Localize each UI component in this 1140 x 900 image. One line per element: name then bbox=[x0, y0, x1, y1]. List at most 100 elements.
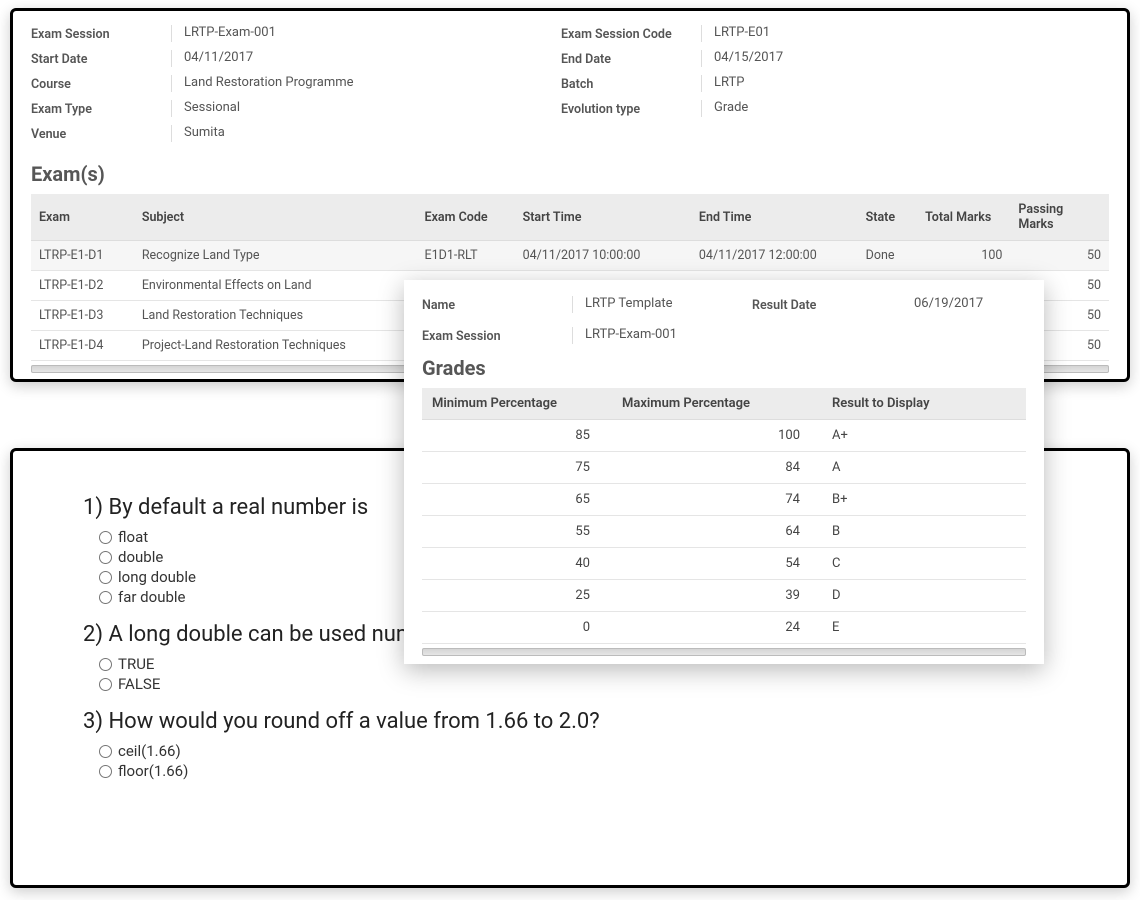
cell-result: C bbox=[822, 548, 1026, 580]
session-fields: Exam Session LRTP-Exam-001 Exam Session … bbox=[31, 25, 1109, 142]
label-batch: Batch bbox=[561, 75, 701, 92]
radio-input[interactable] bbox=[99, 678, 112, 691]
label-exam-session-code: Exam Session Code bbox=[561, 25, 701, 42]
cell-exam: LTRP-E1-D1 bbox=[31, 241, 134, 271]
cell-max: 39 bbox=[612, 580, 822, 612]
label-name: Name bbox=[422, 296, 572, 313]
cell-max: 74 bbox=[612, 484, 822, 516]
radio-input[interactable] bbox=[99, 658, 112, 671]
label-venue: Venue bbox=[31, 125, 171, 142]
cell-exam_code: E1D1-RLT bbox=[417, 241, 515, 271]
value-batch: LRTP bbox=[701, 75, 1001, 92]
label-end-date: End Date bbox=[561, 50, 701, 67]
cell-min: 40 bbox=[422, 548, 612, 580]
col-result: Result to Display bbox=[822, 388, 1026, 420]
grades-header-fields: Name LRTP Template Result Date 06/19/201… bbox=[422, 296, 1026, 344]
col-exam-code: Exam Code bbox=[417, 194, 515, 241]
cell-result: B+ bbox=[822, 484, 1026, 516]
cell-end_time: 04/11/2017 12:00:00 bbox=[691, 241, 858, 271]
cell-result: A+ bbox=[822, 420, 1026, 452]
cell-exam: LTRP-E1-D2 bbox=[31, 271, 134, 301]
cell-exam: LTRP-E1-D3 bbox=[31, 301, 134, 331]
value-end-date: 04/15/2017 bbox=[701, 50, 1001, 67]
cell-subject: Project-Land Restoration Techniques bbox=[134, 331, 417, 361]
option-label: float bbox=[118, 528, 148, 546]
cell-result: B bbox=[822, 516, 1026, 548]
cell-result: D bbox=[822, 580, 1026, 612]
table-row[interactable]: 6574B+ bbox=[422, 484, 1026, 516]
value-venue: Sumita bbox=[171, 125, 561, 142]
value-exam-session: LRTP-Exam-001 bbox=[171, 25, 561, 42]
radio-input[interactable] bbox=[99, 591, 112, 604]
value-start-date: 04/11/2017 bbox=[171, 50, 561, 67]
value-exam-type: Sessional bbox=[171, 100, 561, 117]
label-exam-session-g: Exam Session bbox=[422, 327, 572, 344]
option-label: ceil(1.66) bbox=[118, 742, 181, 760]
value-name: LRTP Template bbox=[572, 296, 752, 313]
value-course: Land Restoration Programme bbox=[171, 75, 561, 92]
col-start-time: Start Time bbox=[515, 194, 691, 241]
option-label: long double bbox=[118, 568, 196, 586]
radio-input[interactable] bbox=[99, 571, 112, 584]
label-evolution-type: Evolution type bbox=[561, 100, 701, 117]
cell-min: 75 bbox=[422, 452, 612, 484]
col-state: State bbox=[858, 194, 917, 241]
exams-title: Exam(s) bbox=[31, 162, 1109, 186]
cell-min: 85 bbox=[422, 420, 612, 452]
cell-min: 65 bbox=[422, 484, 612, 516]
cell-max: 84 bbox=[612, 452, 822, 484]
table-row[interactable]: 024E bbox=[422, 612, 1026, 644]
cell-start_time: 04/11/2017 10:00:00 bbox=[515, 241, 691, 271]
label-exam-session: Exam Session bbox=[31, 25, 171, 42]
quiz-option[interactable]: ceil(1.66) bbox=[99, 742, 1067, 760]
cell-min: 55 bbox=[422, 516, 612, 548]
label-course: Course bbox=[31, 75, 171, 92]
cell-state: Done bbox=[858, 241, 917, 271]
value-exam-session-code: LRTP-E01 bbox=[701, 25, 1001, 42]
cell-result: E bbox=[822, 612, 1026, 644]
col-subject: Subject bbox=[134, 194, 417, 241]
cell-min: 0 bbox=[422, 612, 612, 644]
value-evolution-type: Grade bbox=[701, 100, 1001, 117]
cell-subject: Recognize Land Type bbox=[134, 241, 417, 271]
label-start-date: Start Date bbox=[31, 50, 171, 67]
cell-subject: Land Restoration Techniques bbox=[134, 301, 417, 331]
quiz-option[interactable]: floor(1.66) bbox=[99, 762, 1067, 780]
col-passing-marks: Passing Marks bbox=[1010, 194, 1109, 241]
cell-passing_marks: 50 bbox=[1010, 241, 1109, 271]
table-row[interactable]: 2539D bbox=[422, 580, 1026, 612]
quiz-option[interactable]: FALSE bbox=[99, 675, 1067, 693]
cell-max: 54 bbox=[612, 548, 822, 580]
col-exam: Exam bbox=[31, 194, 134, 241]
table-row[interactable]: LTRP-E1-D1Recognize Land TypeE1D1-RLT04/… bbox=[31, 241, 1109, 271]
grades-scrollbar[interactable] bbox=[422, 648, 1026, 656]
radio-input[interactable] bbox=[99, 765, 112, 778]
cell-min: 25 bbox=[422, 580, 612, 612]
radio-input[interactable] bbox=[99, 531, 112, 544]
col-total-marks: Total Marks bbox=[917, 194, 1010, 241]
radio-input[interactable] bbox=[99, 551, 112, 564]
table-row[interactable]: 7584A bbox=[422, 452, 1026, 484]
label-exam-type: Exam Type bbox=[31, 100, 171, 117]
grades-title: Grades bbox=[422, 356, 1026, 380]
radio-input[interactable] bbox=[99, 745, 112, 758]
table-row[interactable]: 85100A+ bbox=[422, 420, 1026, 452]
col-min: Minimum Percentage bbox=[422, 388, 612, 420]
option-label: FALSE bbox=[118, 675, 160, 693]
question-text: 3) How would you round off a value from … bbox=[83, 709, 1067, 734]
grades-header-row: Minimum Percentage Maximum Percentage Re… bbox=[422, 388, 1026, 420]
cell-max: 64 bbox=[612, 516, 822, 548]
value-exam-session-g: LRTP-Exam-001 bbox=[572, 327, 752, 344]
table-row[interactable]: 4054C bbox=[422, 548, 1026, 580]
table-row[interactable]: 5564B bbox=[422, 516, 1026, 548]
cell-total_marks: 100 bbox=[917, 241, 1010, 271]
col-end-time: End Time bbox=[691, 194, 858, 241]
cell-subject: Environmental Effects on Land bbox=[134, 271, 417, 301]
grades-table: Minimum Percentage Maximum Percentage Re… bbox=[422, 388, 1026, 644]
option-label: floor(1.66) bbox=[118, 762, 188, 780]
option-label: TRUE bbox=[118, 655, 154, 673]
label-result-date: Result Date bbox=[752, 296, 902, 313]
cell-max: 100 bbox=[612, 420, 822, 452]
option-label: double bbox=[118, 548, 163, 566]
value-result-date: 06/19/2017 bbox=[902, 296, 1022, 313]
